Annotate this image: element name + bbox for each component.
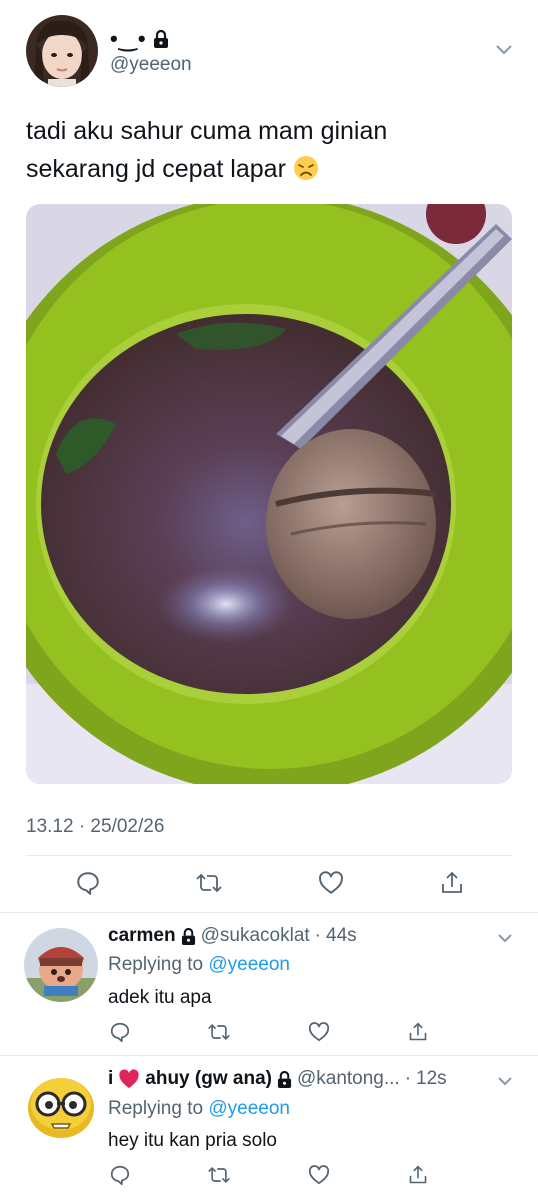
reply-avatar[interactable] (24, 1070, 98, 1144)
reply-actions (96, 1017, 442, 1047)
heart-icon (318, 871, 343, 894)
like-button[interactable] (295, 1160, 343, 1190)
dot-separator: · (314, 925, 321, 946)
share-icon (409, 1165, 427, 1184)
like-button[interactable] (303, 866, 359, 900)
dot-separator: · (404, 1068, 412, 1089)
replying-to-label: Replying to (108, 1098, 204, 1119)
reply-display-name[interactable]: carmen (108, 925, 176, 947)
tweet-actions (60, 866, 480, 900)
retweet-button[interactable] (195, 1017, 243, 1047)
reply-handle[interactable]: @sukacoklat (201, 925, 310, 947)
reply-tweet[interactable]: carmen @sukacoklat · 44s Replying to @ye… (0, 913, 538, 1055)
reply-display-name[interactable]: ahuy (gw ana) (145, 1068, 272, 1090)
replying-to-handle[interactable]: @yeeeon (208, 1098, 290, 1119)
lock-icon (181, 927, 196, 945)
tweet-text-line: tadi aku sahur cuma mam ginian (26, 117, 388, 145)
retweet-button[interactable] (195, 1160, 243, 1190)
chevron-down-icon[interactable] (494, 42, 514, 58)
reply-button[interactable] (60, 866, 116, 900)
share-button[interactable] (424, 866, 480, 900)
reply-button[interactable] (96, 1017, 144, 1047)
tweet-text-line: sekarang jd cepat lapar (26, 150, 516, 188)
retweet-icon (196, 873, 222, 893)
author-avatar[interactable] (26, 15, 98, 87)
author-display-name[interactable]: •‿• (110, 26, 147, 52)
disappointed-face-emoji-icon (293, 154, 319, 180)
divider (26, 855, 512, 856)
reply-avatar[interactable] (24, 928, 98, 1002)
replying-to-label: Replying to (108, 954, 204, 975)
heart-icon (308, 1165, 329, 1185)
tweet-text: tadi aku sahur cuma mam ginian sekarang … (26, 112, 516, 188)
tweet-timestamp[interactable]: 13.12 · 25/02/26 (26, 816, 164, 838)
reply-time[interactable]: 44s (326, 925, 357, 947)
lock-icon (153, 29, 169, 48)
retweet-icon (208, 1166, 231, 1184)
like-button[interactable] (295, 1017, 343, 1047)
main-tweet: •‿• @yeeeon tadi aku sahur cuma mam gini… (0, 0, 538, 912)
replying-to-handle[interactable]: @yeeeon (208, 954, 290, 975)
author-name-row: •‿• (110, 26, 169, 52)
reply-icon (110, 1022, 130, 1043)
reply-icon (110, 1165, 130, 1186)
chevron-down-icon[interactable] (496, 931, 514, 945)
tweet-text-line-content: sekarang jd cepat lapar (26, 155, 286, 183)
reply-display-name-prefix[interactable]: i (108, 1068, 113, 1090)
replying-to: Replying to @yeeeon (108, 1098, 290, 1120)
author-handle[interactable]: @yeeeon (110, 54, 192, 76)
share-icon (409, 1022, 427, 1041)
reply-handle[interactable]: @kantong... (297, 1068, 400, 1090)
share-button[interactable] (394, 1017, 442, 1047)
reply-icon (77, 872, 99, 895)
chevron-down-icon[interactable] (496, 1074, 514, 1088)
reply-text: hey itu kan pria solo (108, 1130, 277, 1151)
reply-button[interactable] (96, 1160, 144, 1190)
share-button[interactable] (394, 1160, 442, 1190)
reply-time[interactable]: 12s (416, 1068, 447, 1090)
retweet-button[interactable] (181, 866, 237, 900)
reply-tweet[interactable]: i ahuy (gw ana) @kantong... · 12s Replyi… (0, 1056, 538, 1200)
reply-actions (96, 1160, 442, 1190)
reply-header: carmen @sukacoklat · 44s (108, 925, 357, 947)
reply-header: i ahuy (gw ana) @kantong... · 12s (108, 1068, 447, 1090)
tweet-media-image[interactable] (26, 204, 512, 784)
replying-to: Replying to @yeeeon (108, 954, 290, 976)
share-icon (442, 871, 462, 893)
retweet-icon (208, 1023, 231, 1041)
heart-icon (308, 1022, 329, 1042)
red-heart-emoji-icon (118, 1069, 140, 1089)
lock-icon (277, 1070, 292, 1088)
reply-text: adek itu apa (108, 987, 212, 1008)
